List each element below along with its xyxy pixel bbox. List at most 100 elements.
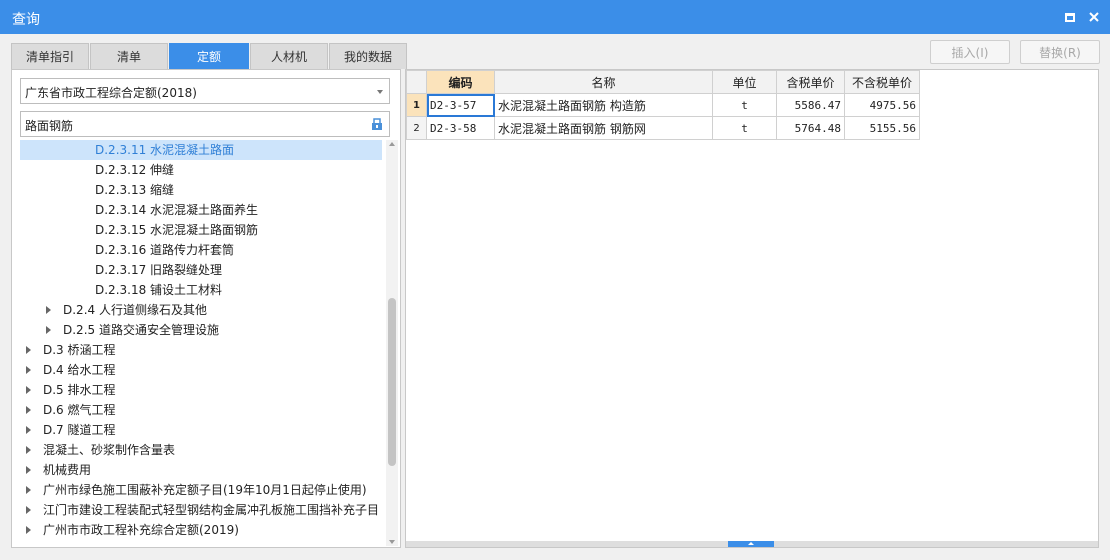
cell-price-tax[interactable]: 5764.48 <box>776 116 845 140</box>
quota-tree-panel: 广东省市政工程综合定额(2018) 路面钢筋 D.2.3.11 水泥混凝土路面 D… <box>11 69 401 548</box>
search-input[interactable]: 路面钢筋 <box>20 111 390 137</box>
cell-unit[interactable]: t <box>712 116 777 140</box>
tree-scrollbar[interactable] <box>386 140 398 546</box>
maximize-icon <box>1065 12 1075 22</box>
tree-item[interactable]: D.2.3.14 水泥混凝土路面养生 <box>20 200 382 220</box>
tree-item-label: 机械费用 <box>43 463 92 477</box>
scroll-up-icon[interactable] <box>389 142 395 146</box>
tree-item[interactable]: D.2.3.12 伸缝 <box>20 160 382 180</box>
quota-library-select[interactable]: 广东省市政工程综合定额(2018) <box>20 78 390 104</box>
tree-expand-icon[interactable] <box>26 426 31 434</box>
tree-item[interactable]: D.2.3.17 旧路裂缝处理 <box>20 260 382 280</box>
cell-unit[interactable]: t <box>712 93 777 117</box>
tab-rencaiji[interactable]: 人材机 <box>250 43 328 69</box>
tree-item[interactable]: 广州市绿色施工围蔽补充定额子目(19年10月1日起停止使用) <box>20 480 382 500</box>
tree-expand-icon[interactable] <box>26 366 31 374</box>
tree-item-label: D.2.3.13 缩缝 <box>95 183 175 197</box>
results-table: 编码 名称 单位 含税单价 不含税单价 1 D2-3-57 水泥混凝土路面钢筋 … <box>406 70 920 140</box>
tab-dinge[interactable]: 定额 <box>169 43 249 69</box>
insert-button[interactable]: 插入(I) <box>930 40 1010 64</box>
tree-item-label: D.2.3.14 水泥混凝土路面养生 <box>95 203 259 217</box>
close-button[interactable] <box>1085 8 1103 26</box>
quota-library-value: 广东省市政工程综合定额(2018) <box>25 86 197 100</box>
tree-item[interactable]: 混凝土、砂浆制作含量表 <box>20 440 382 460</box>
tree-item[interactable]: D.5 排水工程 <box>20 380 382 400</box>
tree-item-label: D.5 排水工程 <box>43 383 116 397</box>
tree-item[interactable]: D.7 隧道工程 <box>20 420 382 440</box>
tree-item-label: D.3 桥涵工程 <box>43 343 116 357</box>
tree-item[interactable]: D.2.5 道路交通安全管理设施 <box>20 320 382 340</box>
tree-item[interactable]: D.3 桥涵工程 <box>20 340 382 360</box>
cell-price-notax[interactable]: 5155.56 <box>844 116 920 140</box>
tree-item-label: D.4 给水工程 <box>43 363 116 377</box>
tree-item-label: 广州市绿色施工围蔽补充定额子目(19年10月1日起停止使用) <box>43 483 367 497</box>
scrollbar-thumb[interactable] <box>388 298 396 466</box>
tree-item[interactable]: D.4 给水工程 <box>20 360 382 380</box>
tree-item-label: 江门市建设工程装配式轻型钢结构金属冲孔板施工围挡补充子目 <box>43 503 380 517</box>
tree-item[interactable]: D.2.3.18 铺设土工材料 <box>20 280 382 300</box>
tree-item-label: D.6 燃气工程 <box>43 403 116 417</box>
quota-results-panel: 编码 名称 单位 含税单价 不含税单价 1 D2-3-57 水泥混凝土路面钢筋 … <box>405 69 1099 548</box>
search-value: 路面钢筋 <box>25 119 74 133</box>
chevron-up-icon <box>748 542 754 545</box>
search-button[interactable] <box>369 116 385 132</box>
tree-expand-icon[interactable] <box>26 346 31 354</box>
column-header-unit[interactable]: 单位 <box>712 70 777 94</box>
tree-item[interactable]: D.2.3.11 水泥混凝土路面 <box>20 140 382 160</box>
row-index-header <box>406 70 427 94</box>
tree-item[interactable]: D.2.4 人行道侧缘石及其他 <box>20 300 382 320</box>
tree-expand-icon[interactable] <box>26 506 31 514</box>
tree-expand-icon[interactable] <box>26 446 31 454</box>
replace-button[interactable]: 替换(R) <box>1020 40 1100 64</box>
tree-item-label: 混凝土、砂浆制作含量表 <box>43 443 176 457</box>
tree-item[interactable]: 江门市建设工程装配式轻型钢结构金属冲孔板施工围挡补充子目 <box>20 500 382 520</box>
tree-item[interactable]: D.2.3.13 缩缝 <box>20 180 382 200</box>
cell-name[interactable]: 水泥混凝土路面钢筋 钢筋网 <box>494 116 713 140</box>
row-index: 2 <box>406 116 427 140</box>
cell-code[interactable]: D2-3-57 <box>426 93 495 117</box>
tree-item-label: D.7 隧道工程 <box>43 423 116 437</box>
tree-expand-icon[interactable] <box>46 326 51 334</box>
cell-price-tax[interactable]: 5586.47 <box>776 93 845 117</box>
cell-name[interactable]: 水泥混凝土路面钢筋 构造筋 <box>494 93 713 117</box>
tree-expand-icon[interactable] <box>26 466 31 474</box>
tab-qingdan-zhiyin[interactable]: 清单指引 <box>11 43 89 69</box>
splitter-grip[interactable] <box>728 541 774 547</box>
tree-item[interactable]: D.2.3.15 水泥混凝土路面钢筋 <box>20 220 382 240</box>
tree-item-label: D.2.3.12 伸缝 <box>95 163 175 177</box>
tree-expand-icon[interactable] <box>26 526 31 534</box>
table-row[interactable]: 1 D2-3-57 水泥混凝土路面钢筋 构造筋 t 5586.47 4975.5… <box>406 93 920 117</box>
column-header-price-notax[interactable]: 不含税单价 <box>844 70 920 94</box>
tree-item-label: D.2.3.11 水泥混凝土路面 <box>95 143 235 157</box>
column-header-name[interactable]: 名称 <box>494 70 713 94</box>
table-row[interactable]: 2 D2-3-58 水泥混凝土路面钢筋 钢筋网 t 5764.48 5155.5… <box>406 116 920 140</box>
panel-splitter[interactable] <box>406 541 1098 547</box>
tree-item-label: 广州市市政工程补充综合定额(2019) <box>43 523 239 537</box>
tree-expand-icon[interactable] <box>26 486 31 494</box>
tree-item-label: D.2.3.17 旧路裂缝处理 <box>95 263 223 277</box>
tree-item-label: D.2.3.18 铺设土工材料 <box>95 283 223 297</box>
scroll-down-icon[interactable] <box>389 540 395 544</box>
tab-my-data[interactable]: 我的数据 <box>329 43 407 69</box>
column-header-code[interactable]: 编码 <box>426 70 495 94</box>
column-header-price-tax[interactable]: 含税单价 <box>776 70 845 94</box>
tree-expand-icon[interactable] <box>26 386 31 394</box>
cell-code[interactable]: D2-3-58 <box>426 116 495 140</box>
tree-item[interactable]: 机械费用 <box>20 460 382 480</box>
search-book-icon <box>372 118 382 130</box>
row-index: 1 <box>406 93 427 117</box>
tree-item-label: D.2.4 人行道侧缘石及其他 <box>63 303 207 317</box>
quota-tree: D.2.3.11 水泥混凝土路面 D.2.3.12 伸缝 D.2.3.13 缩缝 D.… <box>20 140 382 546</box>
window-title: 查询 <box>12 12 40 28</box>
tree-item-label: D.2.3.16 道路传力杆套筒 <box>95 243 235 257</box>
tree-expand-icon[interactable] <box>26 406 31 414</box>
close-icon <box>1089 12 1099 22</box>
tree-expand-icon[interactable] <box>46 306 51 314</box>
cell-price-notax[interactable]: 4975.56 <box>844 93 920 117</box>
tree-item[interactable]: D.2.3.16 道路传力杆套筒 <box>20 240 382 260</box>
tab-qingdan[interactable]: 清单 <box>90 43 168 69</box>
title-bar: 查询 <box>0 0 1110 34</box>
maximize-button[interactable] <box>1061 8 1079 26</box>
tree-item[interactable]: 广州市市政工程补充综合定额(2019) <box>20 520 382 540</box>
tree-item[interactable]: D.6 燃气工程 <box>20 400 382 420</box>
